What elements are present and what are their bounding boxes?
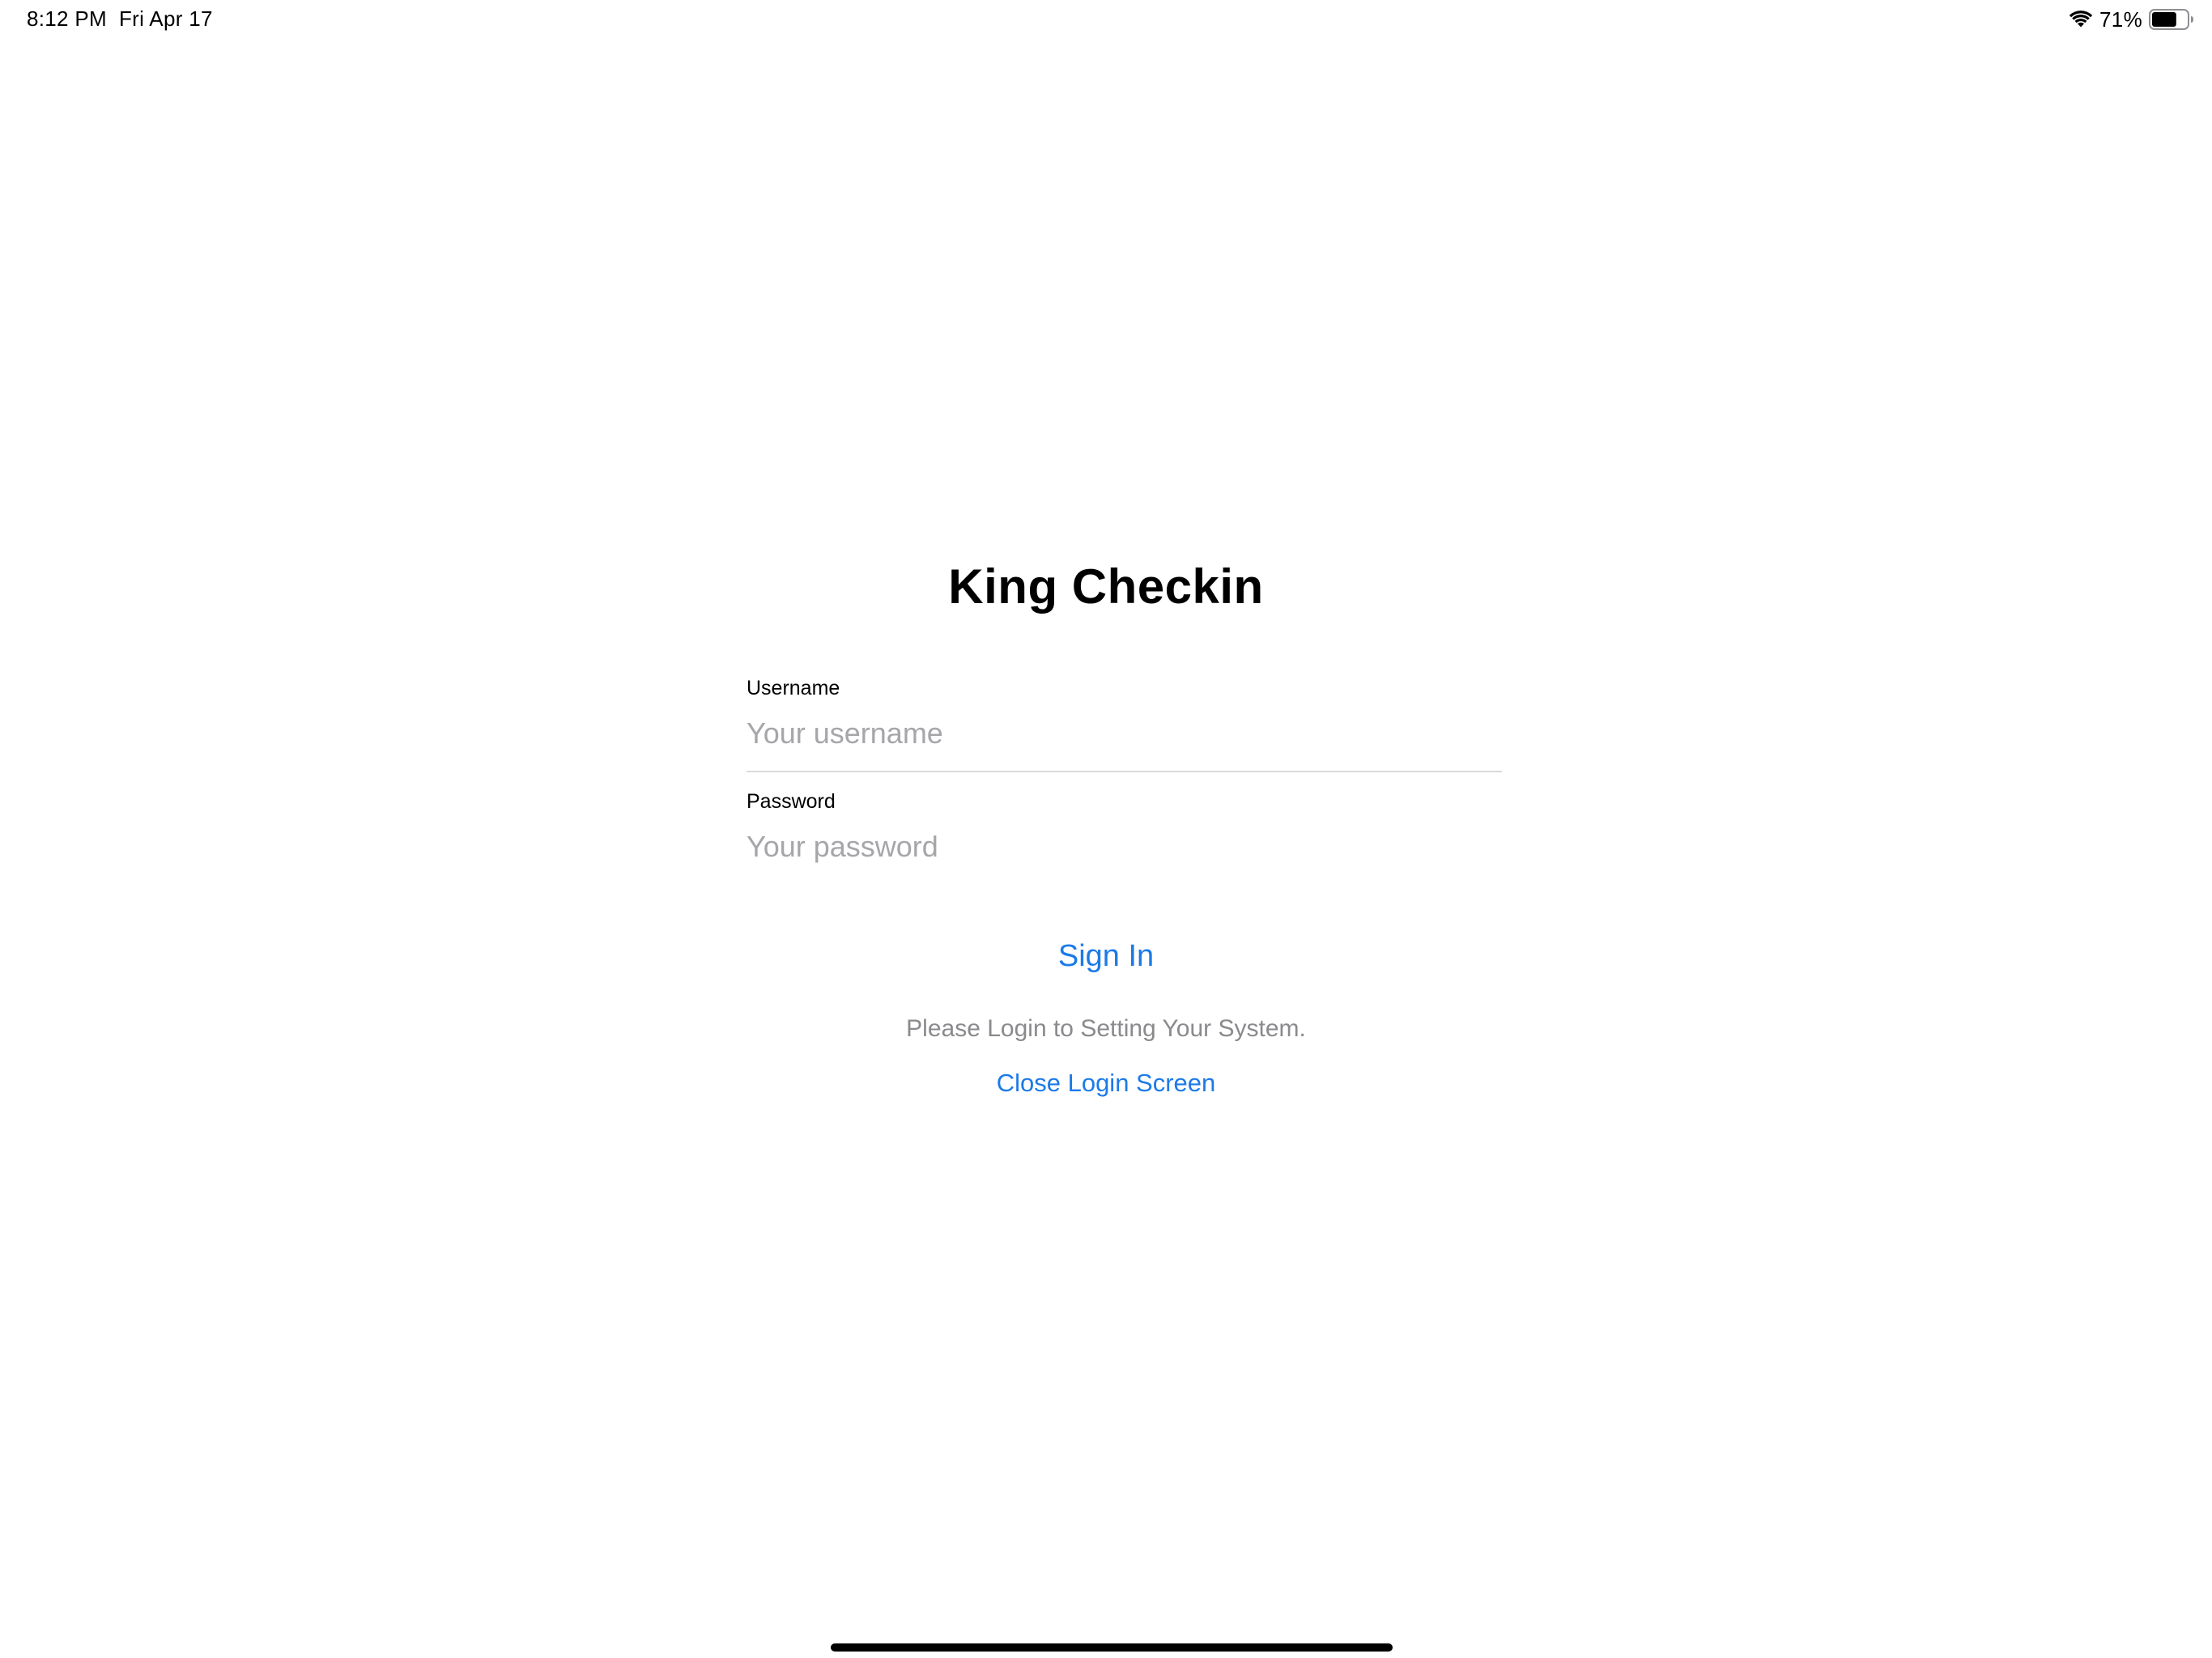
status-date: Fri Apr 17 bbox=[119, 6, 213, 31]
close-login-screen-link[interactable]: Close Login Screen bbox=[0, 1069, 2212, 1098]
username-divider bbox=[747, 771, 1502, 772]
password-group: Password bbox=[747, 785, 1502, 871]
username-group: Username bbox=[747, 672, 1502, 772]
login-form: Username Password bbox=[747, 672, 1502, 871]
username-input[interactable] bbox=[747, 709, 1502, 758]
status-bar: 8:12 PM Fri Apr 17 71% bbox=[0, 0, 2212, 39]
app-title: King Checkin bbox=[948, 559, 1264, 614]
status-time: 8:12 PM bbox=[27, 6, 107, 31]
wifi-icon bbox=[2069, 11, 2093, 28]
password-input[interactable] bbox=[747, 823, 1502, 871]
login-hint-text: Please Login to Setting Your System. bbox=[906, 1015, 1306, 1042]
status-indicators: 71% bbox=[2069, 5, 2194, 34]
password-label: Password bbox=[747, 790, 836, 813]
username-label: Username bbox=[747, 677, 840, 699]
battery-percentage: 71% bbox=[2099, 6, 2142, 32]
home-indicator[interactable] bbox=[831, 1643, 1393, 1652]
battery-icon bbox=[2149, 9, 2193, 30]
sign-in-button[interactable]: Sign In bbox=[0, 939, 2212, 974]
